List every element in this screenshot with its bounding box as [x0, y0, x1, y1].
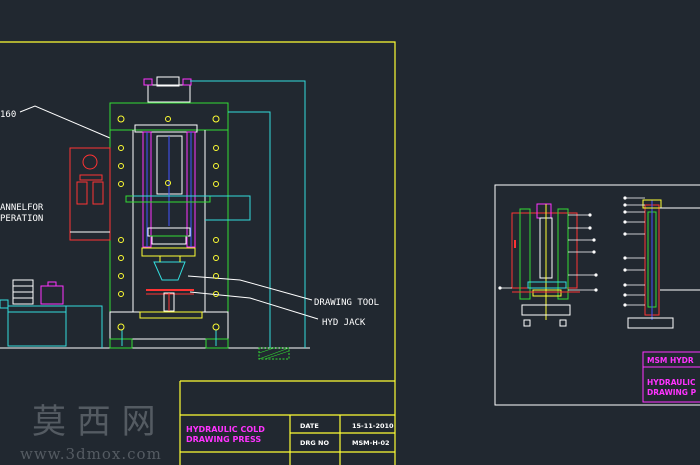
date-label: DATE	[300, 422, 319, 430]
label-panel-line-2: PERATION	[0, 214, 43, 224]
watermark: 莫 西 网 www.3dmox.com	[20, 402, 162, 463]
label-size-160: 160	[0, 110, 16, 120]
control-panel	[69, 147, 111, 241]
sheet2-title-line-2: DRAWING P	[647, 388, 697, 397]
sheet2-view-a-leaders	[498, 213, 598, 292]
power-pack	[0, 279, 67, 347]
main-view-labels: 160 ANNELFOR PERATION DRAWING TOOL HYD J…	[0, 110, 379, 328]
title-line-1: HYDRAULIC COLD	[186, 425, 265, 434]
cad-viewport[interactable]: HYDRAULIC COLD DRAWING PRESS DATE 15-11-…	[0, 0, 700, 465]
sheet2-title-header: MSM HYDR	[647, 356, 694, 365]
sheet2-view-a	[511, 203, 580, 327]
title-line-2: DRAWING PRESS	[186, 435, 261, 444]
date-value: 15-11-2010	[352, 422, 394, 430]
sheet2-view-b-leaders	[623, 196, 645, 307]
drg-no-value: MSM-H-02	[352, 439, 390, 447]
sheet2-title-line-1: HYDRAULIC	[647, 378, 696, 387]
watermark-url: www.3dmox.com	[20, 445, 162, 463]
label-drawing-tool: DRAWING TOOL	[314, 298, 379, 308]
drg-no-label: DRG NO	[300, 439, 329, 447]
sheet2-frame	[494, 184, 700, 406]
press-front-view	[0, 76, 319, 360]
cad-drawing: HYDRAULIC COLD DRAWING PRESS DATE 15-11-…	[0, 41, 700, 465]
sheet2-title-block: MSM HYDR HYDRAULIC DRAWING P	[647, 356, 697, 397]
label-panel-line-1: ANNELFOR	[0, 203, 44, 213]
watermark-chars: 莫 西 网	[32, 402, 156, 442]
sheet2-view-b	[627, 199, 700, 329]
label-hyd-jack: HYD JACK	[322, 318, 366, 328]
